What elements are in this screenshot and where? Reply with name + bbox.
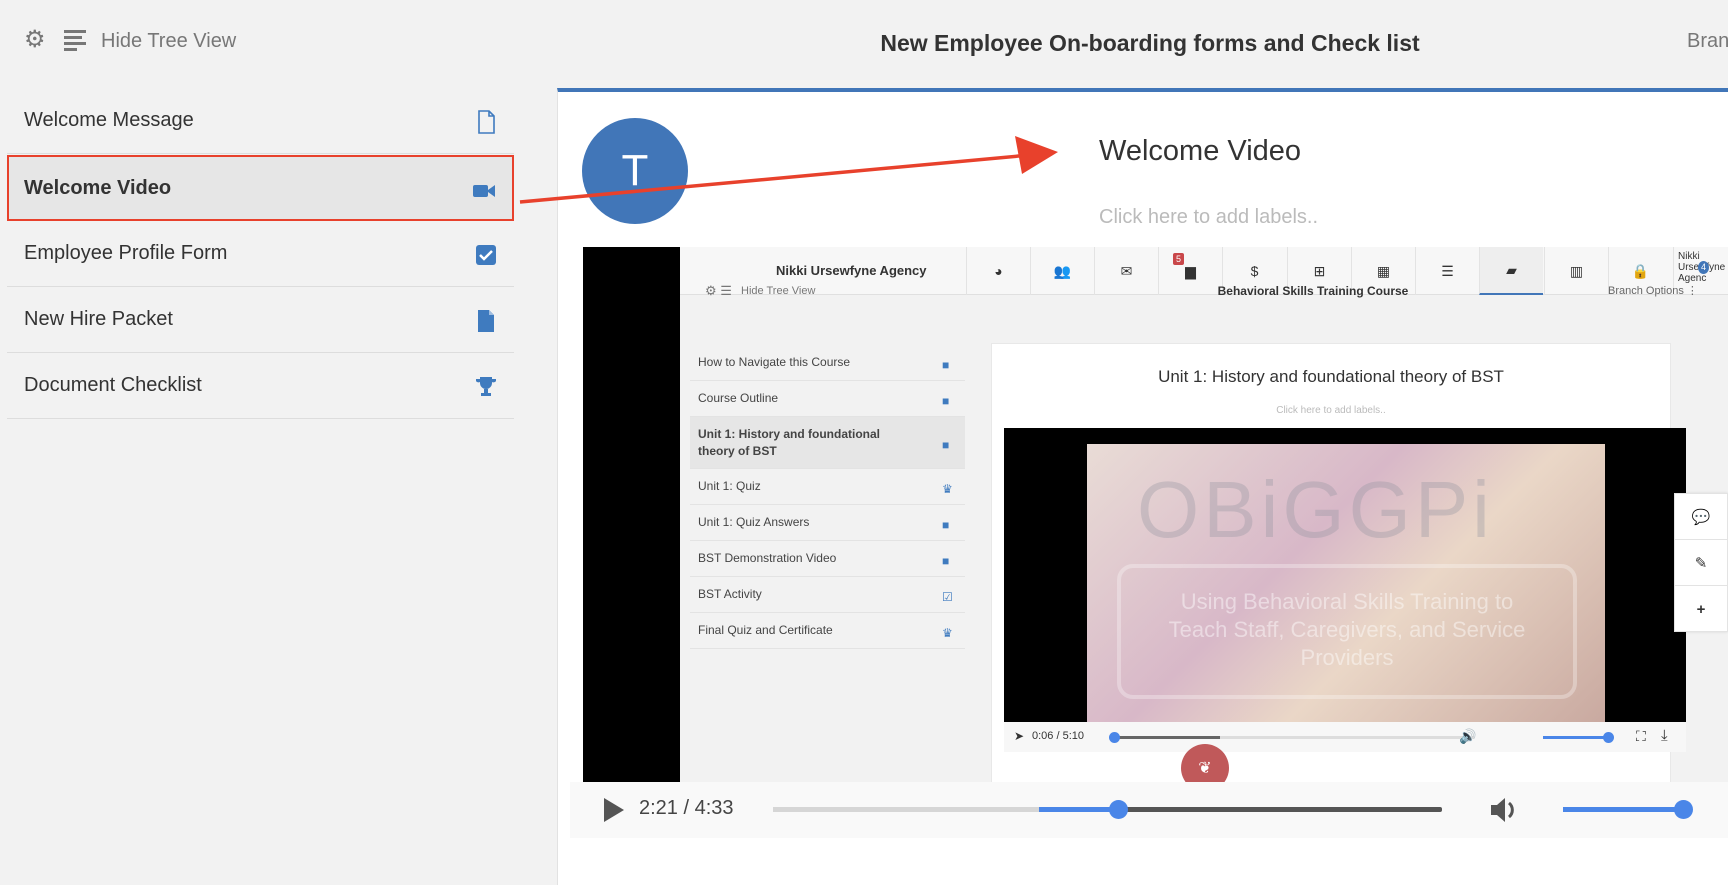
gear-icon[interactable]: ⚙	[24, 28, 48, 52]
sidebar-item-label: Welcome Message	[24, 109, 194, 131]
gear-icon: ⚙ ☰	[705, 283, 732, 298]
embedded-tree-item: BST Activity ☑	[690, 577, 965, 613]
video-letterbox	[583, 247, 680, 782]
envelope-icon: ✉	[1094, 247, 1158, 295]
volume-thumb[interactable]	[1674, 800, 1693, 819]
sidebar-item-employee-profile-form[interactable]: Employee Profile Form	[7, 221, 514, 287]
embedded-progress-thumb	[1109, 732, 1120, 743]
download-icon: ⤓	[1661, 727, 1668, 744]
video-camera-icon	[473, 185, 495, 197]
volume-icon[interactable]	[1489, 794, 1521, 826]
trophy-icon	[476, 377, 496, 396]
annotation-arrow	[519, 136, 1058, 204]
content-title: Welcome Video	[1099, 135, 1302, 167]
bar-chart-icon: ▥	[1544, 247, 1608, 295]
embedded-tree-item: Final Quiz and Certificate ♛	[690, 613, 965, 649]
page-title: New Employee On-boarding forms and Check…	[880, 30, 1420, 56]
video-player[interactable]: Nikki Ursewfyne Agency ◕ 👥 ✉ ▆ 5 $ ⊞ ▦ ☰ …	[583, 247, 1728, 782]
progress-unbuffered	[773, 807, 1039, 812]
sidebar-item-label: Document Checklist	[24, 374, 202, 396]
comment-icon[interactable]: 💬	[1675, 494, 1727, 540]
sidebar-item-label: Employee Profile Form	[24, 242, 228, 264]
checkbox-icon	[476, 245, 496, 265]
users-icon: 👥	[1030, 247, 1094, 295]
progress-thumb[interactable]	[1109, 800, 1129, 819]
branch-options-label: Branch Options	[1608, 285, 1684, 297]
plus-icon[interactable]: +	[1675, 586, 1727, 632]
book-icon: ▰	[1479, 247, 1543, 295]
sidebar-item-welcome-message[interactable]: Welcome Message	[7, 88, 514, 154]
video-camera-icon: ■	[942, 553, 950, 568]
side-widget: 💬 ✎ +	[1674, 493, 1728, 632]
file-icon	[478, 310, 494, 332]
tree-view-icon[interactable]	[64, 30, 86, 51]
progress-played	[1039, 807, 1119, 812]
tree-item-label: How to Navigate this Course	[698, 355, 851, 369]
notification-badge: 5	[1173, 253, 1185, 265]
embedded-tree-item: How to Navigate this Course ■	[690, 345, 965, 381]
embedded-buffered	[1114, 736, 1220, 739]
pencil-icon[interactable]: ✎	[1675, 540, 1727, 586]
profile-badge: 4	[1698, 261, 1710, 274]
tree-item-label: BST Demonstration Video	[698, 551, 837, 565]
tree-item-label: Unit 1: Quiz Answers	[698, 515, 810, 529]
sidebar-item-welcome-video[interactable]: Welcome Video	[7, 155, 514, 221]
player-controls: 2:21 / 4:33	[570, 782, 1728, 838]
embedded-player-controls: ➤ 0:06 / 5:10 🔊 ⛶ ⤓	[1004, 722, 1686, 752]
sidebar-item-document-checklist[interactable]: Document Checklist	[7, 353, 514, 419]
tree-item-label: Unit 1: Quiz	[698, 479, 761, 493]
embedded-branch-options: Branch Options ⋮	[1608, 285, 1698, 297]
play-icon[interactable]	[604, 798, 624, 822]
tree-item-label: Unit 1: History and foundational theory …	[698, 426, 880, 458]
tree-item-label: BST Activity	[698, 587, 762, 601]
sidebar-item-label: Welcome Video	[24, 176, 172, 199]
cursor-icon: ➤	[1014, 729, 1025, 743]
file-icon: ■	[942, 393, 950, 408]
embedded-volume	[1543, 736, 1608, 739]
embedded-time: 0:06 / 5:10	[1032, 730, 1084, 742]
tree-item-label: Final Quiz and Certificate	[698, 623, 833, 637]
video-camera-icon: ■	[942, 357, 950, 372]
trophy-icon: ♛	[942, 625, 953, 640]
branch-options-button[interactable]: Bran	[1687, 30, 1728, 53]
file-icon: ■	[942, 517, 950, 532]
volume-level	[1563, 807, 1683, 812]
video-camera-icon: ■	[942, 437, 950, 452]
embedded-brand: Nikki Ursewfyne Agency	[776, 263, 927, 278]
embedded-tree-item: Course Outline ■	[690, 381, 965, 417]
embedded-volume-thumb	[1603, 732, 1614, 743]
fullscreen-icon: ⛶	[1636, 728, 1646, 744]
video-caption: Using Behavioral Skills Training to Teac…	[1117, 564, 1577, 699]
embedded-hide-tree: Hide Tree View	[741, 285, 816, 297]
tree-item-label: Course Outline	[698, 391, 779, 405]
hide-tree-view-button[interactable]: Hide Tree View	[101, 30, 236, 53]
trophy-icon: ♛	[942, 481, 953, 496]
video-logo: OBiGGPi	[1137, 465, 1494, 554]
add-labels-link[interactable]: Click here to add labels..	[1099, 206, 1318, 229]
embedded-labels: Click here to add labels..	[1276, 405, 1386, 416]
embedded-unit-title: Unit 1: History and foundational theory …	[1158, 367, 1504, 386]
embedded-tree-item: Unit 1: Quiz ♛	[690, 469, 965, 505]
checkbox-icon: ☑	[942, 589, 953, 604]
file-outline-icon	[478, 110, 495, 134]
dashboard-icon: ◕	[966, 247, 1030, 295]
embedded-tree-item: Unit 1: Quiz Answers ■	[690, 505, 965, 541]
sidebar-item-label: New Hire Packet	[24, 308, 173, 330]
embedded-tree-item: BST Demonstration Video ■	[690, 541, 965, 577]
embedded-tree-item: Unit 1: History and foundational theory …	[690, 417, 965, 469]
embedded-video-frame: OBiGGPi Using Behavioral Skills Training…	[1087, 444, 1605, 722]
volume-icon: 🔊	[1459, 728, 1477, 744]
embedded-course-title: Behavioral Skills Training Course	[1217, 284, 1409, 298]
time-display: 2:21 / 4:33	[639, 797, 734, 819]
sidebar-item-new-hire-packet[interactable]: New Hire Packet	[7, 287, 514, 353]
